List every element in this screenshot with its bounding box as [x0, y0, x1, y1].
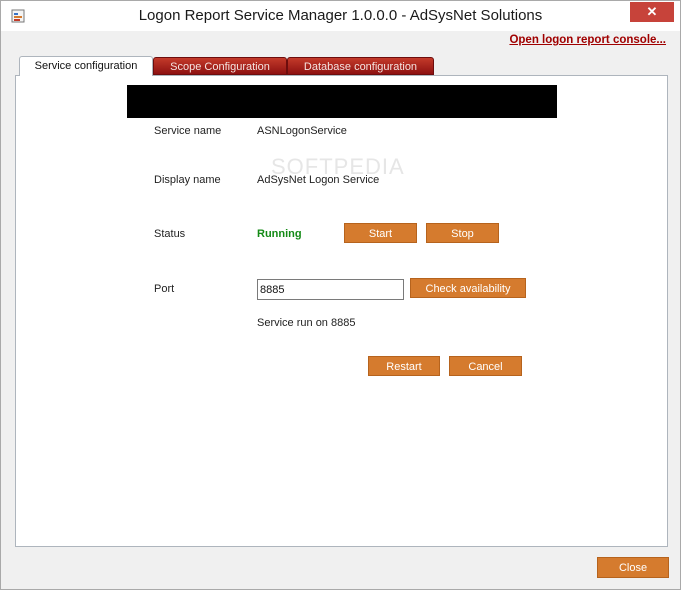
display-name-label: Display name — [154, 174, 221, 186]
check-availability-button[interactable]: Check availability — [410, 278, 526, 298]
tab-service-configuration[interactable]: Service configuration — [19, 56, 153, 76]
header-banner — [127, 85, 557, 118]
app-window: Logon Report Service Manager 1.0.0.0 - A… — [0, 0, 681, 590]
status-value: Running — [257, 228, 302, 240]
close-button[interactable]: Close — [597, 557, 669, 578]
restart-button[interactable]: Restart — [368, 356, 440, 376]
title-bar: Logon Report Service Manager 1.0.0.0 - A… — [1, 1, 680, 31]
service-name-value: ASNLogonService — [257, 125, 347, 137]
display-name-value: AdSysNet Logon Service — [257, 174, 380, 186]
open-console-link[interactable]: Open logon report console... — [509, 34, 666, 46]
window-title: Logon Report Service Manager 1.0.0.0 - A… — [138, 7, 543, 24]
cancel-button[interactable]: Cancel — [449, 356, 522, 376]
window-close-icon[interactable]: ✕ — [630, 2, 674, 22]
service-name-label: Service name — [154, 125, 222, 137]
tab-scope-configuration[interactable]: Scope Configuration — [153, 57, 287, 75]
port-input[interactable] — [257, 279, 404, 300]
start-button[interactable]: Start — [344, 223, 417, 243]
port-label: Port — [154, 283, 175, 295]
service-configuration-panel: SOFTPEDIA Service name ASNLogonService D… — [15, 75, 668, 547]
tab-database-configuration[interactable]: Database configuration — [287, 57, 434, 75]
status-label: Status — [154, 228, 186, 240]
stop-button[interactable]: Stop — [426, 223, 499, 243]
service-run-message: Service run on 8885 — [257, 317, 356, 329]
